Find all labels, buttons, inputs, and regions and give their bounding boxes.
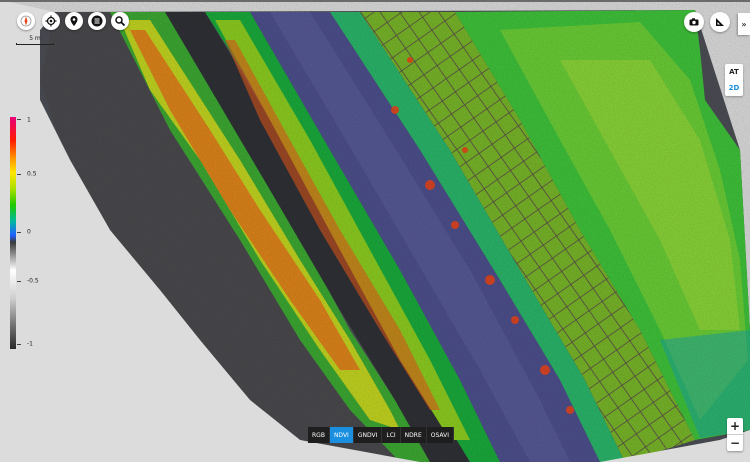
band-selector: RGB NDVI GNDVI LCI NDRE OSAVI — [308, 427, 454, 443]
legend-dash — [17, 119, 21, 120]
legend-tick: 1 — [27, 116, 31, 124]
scale-label: 5 m — [29, 35, 41, 42]
legend-dash — [17, 281, 21, 282]
legend-color-ramp — [10, 117, 16, 349]
legend-tick: 0 — [27, 228, 31, 236]
view-toggle: AT 2D — [725, 64, 743, 96]
legend-tick: -1 — [27, 340, 33, 348]
scale-line — [16, 43, 54, 45]
zoom-out-button[interactable]: − — [727, 435, 743, 451]
crosshair-icon[interactable] — [42, 12, 60, 30]
orthomosaic-map[interactable] — [0, 0, 750, 462]
map-pin-icon[interactable] — [65, 12, 83, 30]
legend-tick: 0.5 — [27, 170, 37, 178]
band-ndvi[interactable]: NDVI — [329, 427, 354, 443]
legend-dash — [17, 174, 21, 175]
zoom-control: + − — [727, 418, 743, 451]
band-rgb[interactable]: RGB — [308, 427, 330, 443]
expand-panel-button[interactable]: » — [738, 13, 750, 35]
list-icon[interactable] — [88, 12, 106, 30]
compass-icon[interactable] — [17, 12, 35, 30]
legend-tick: -0.5 — [27, 277, 39, 285]
zoom-in-button[interactable]: + — [727, 418, 743, 434]
top-border — [0, 0, 750, 2]
legend-dash — [17, 344, 21, 345]
view-at-button[interactable]: AT — [725, 64, 743, 80]
ruler-triangle-icon[interactable] — [710, 12, 730, 32]
band-ndre[interactable]: NDRE — [401, 427, 427, 443]
legend-dash — [17, 232, 21, 233]
band-lci[interactable]: LCI — [382, 427, 401, 443]
band-osavi[interactable]: OSAVI — [427, 427, 454, 443]
scale-bar: 5 m — [16, 35, 54, 45]
search-icon[interactable] — [111, 12, 129, 30]
ndvi-legend: 1 0.5 0 -0.5 -1 — [10, 117, 52, 349]
band-gndvi[interactable]: GNDVI — [354, 427, 383, 443]
camera-icon[interactable] — [684, 12, 704, 32]
view-2d-button[interactable]: 2D — [725, 80, 743, 96]
